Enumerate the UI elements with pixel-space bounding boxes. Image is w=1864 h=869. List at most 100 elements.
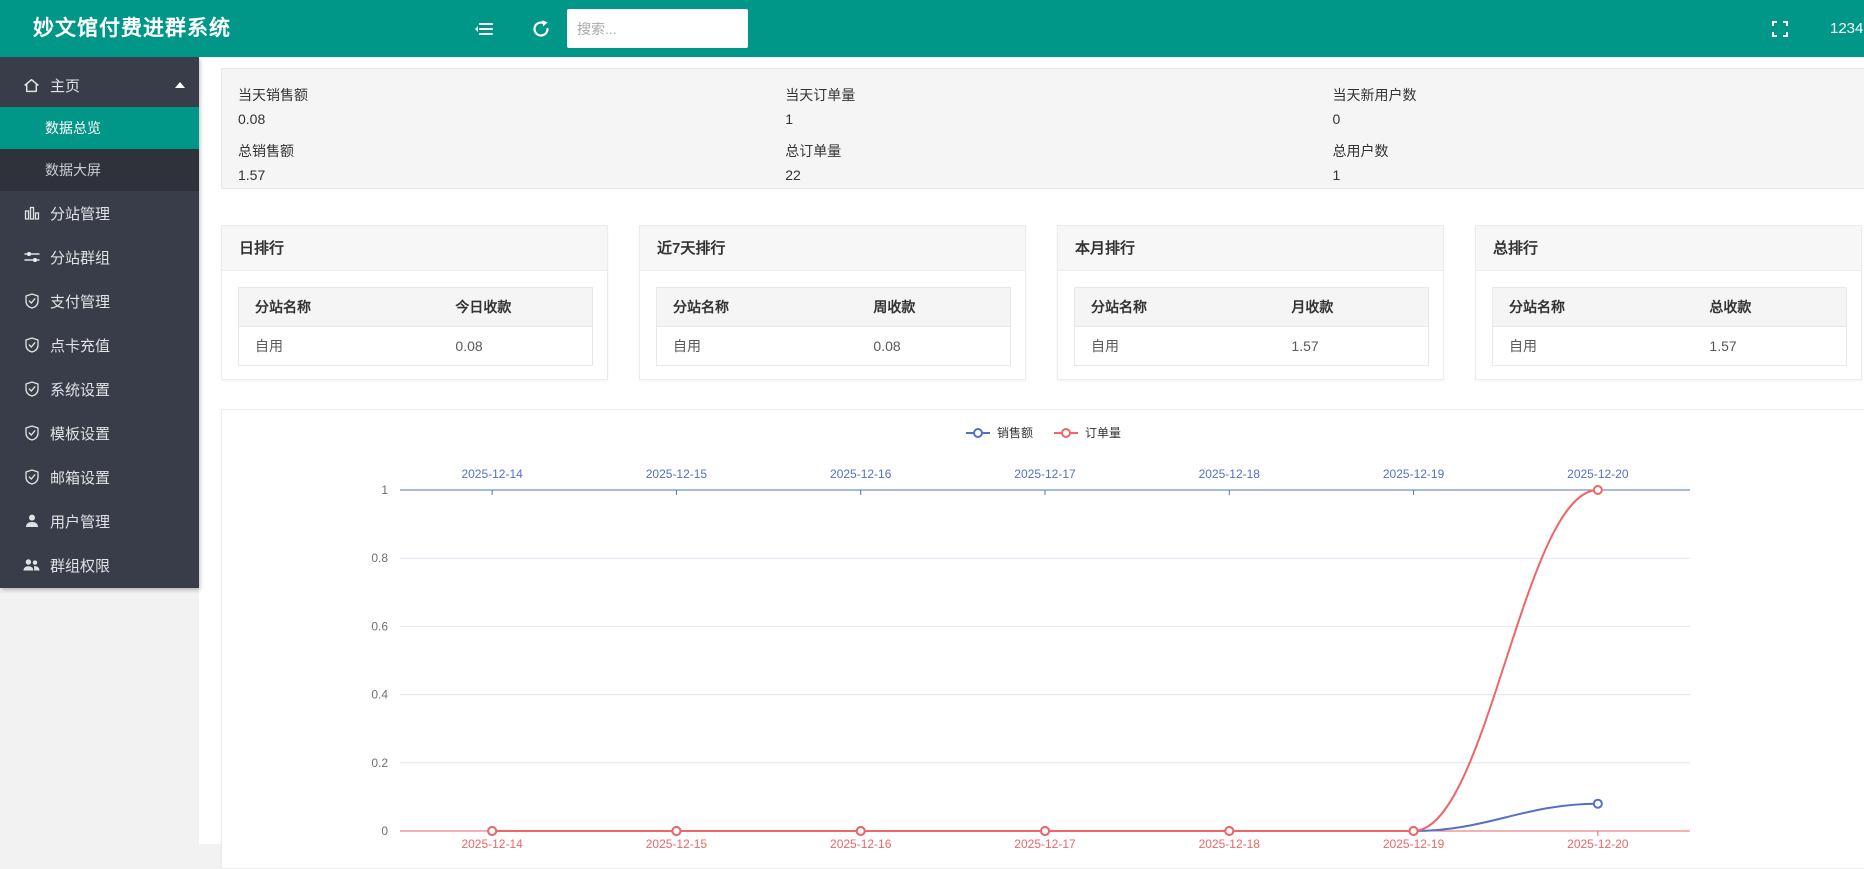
sidebar-item-label: 分站群组 bbox=[50, 247, 110, 268]
user-icon bbox=[23, 513, 40, 530]
cell-site-name: 自用 bbox=[239, 327, 440, 366]
sidebar-item-home[interactable]: 主页 bbox=[0, 63, 199, 107]
sidebar-subitem-data-screen[interactable]: 数据大屏 bbox=[0, 149, 199, 191]
legend-marker-icon bbox=[1053, 427, 1079, 439]
sidebar-item-label: 系统设置 bbox=[50, 379, 110, 400]
rank-card-title: 近7天排行 bbox=[640, 226, 1025, 271]
columns-icon bbox=[23, 205, 40, 222]
sidebar-item-label: 点卡充值 bbox=[50, 335, 110, 356]
shield-check-icon bbox=[23, 469, 40, 486]
svg-text:2025-12-15: 2025-12-15 bbox=[646, 837, 708, 851]
rank-table: 分站名称 总收款 自用 1.57 bbox=[1492, 287, 1847, 366]
column-header: 分站名称 bbox=[239, 288, 440, 327]
shield-check-icon bbox=[23, 381, 40, 398]
sidebar-subitem-data-overview[interactable]: 数据总览 bbox=[0, 107, 199, 149]
svg-text:0: 0 bbox=[381, 824, 388, 838]
fullscreen-icon bbox=[1771, 20, 1789, 38]
svg-text:2025-12-14: 2025-12-14 bbox=[461, 467, 523, 481]
home-icon bbox=[23, 77, 40, 94]
stat-value: 1 bbox=[785, 111, 1316, 127]
stat-label: 当天新用户数 bbox=[1333, 85, 1864, 105]
sidebar: 主页 数据总览 数据大屏 分站管理 分站群组 支付管理 点卡充值 bbox=[0, 57, 199, 588]
sidebar-item-label: 用户管理 bbox=[50, 511, 110, 532]
stat-value: 0 bbox=[1333, 111, 1864, 127]
column-header: 分站名称 bbox=[1493, 288, 1694, 327]
svg-text:2025-12-16: 2025-12-16 bbox=[830, 837, 892, 851]
svg-text:2025-12-15: 2025-12-15 bbox=[646, 467, 708, 481]
rank-card-daily: 日排行 分站名称 今日收款 自用 0.08 bbox=[221, 225, 608, 380]
sliders-icon bbox=[23, 249, 40, 266]
sidebar-item-label: 邮箱设置 bbox=[50, 467, 110, 488]
sidebar-item-payment-mgmt[interactable]: 支付管理 bbox=[0, 279, 199, 323]
svg-text:1: 1 bbox=[381, 483, 388, 497]
sidebar-item-template-settings[interactable]: 模板设置 bbox=[0, 411, 199, 455]
svg-text:0.8: 0.8 bbox=[371, 551, 388, 565]
app-title: 妙文馆付费进群系统 bbox=[33, 0, 231, 57]
sidebar-item-email-settings[interactable]: 邮箱设置 bbox=[0, 455, 199, 499]
users-icon bbox=[23, 557, 40, 574]
rank-table: 分站名称 今日收款 自用 0.08 bbox=[238, 287, 593, 366]
rank-cards-row: 日排行 分站名称 今日收款 自用 0.08 近7天排行 分站名称 周收款 bbox=[221, 225, 1864, 380]
search-input[interactable] bbox=[567, 9, 748, 48]
stats-panel: 当天销售额 0.08 总销售额 1.57 当天订单量 1 总订单量 22 当天新… bbox=[221, 68, 1864, 189]
sidebar-item-label: 分站管理 bbox=[50, 203, 110, 224]
cell-amount: 0.08 bbox=[439, 327, 592, 366]
cell-site-name: 自用 bbox=[1493, 327, 1694, 366]
sidebar-item-system-settings[interactable]: 系统设置 bbox=[0, 367, 199, 411]
sidebar-item-substation-mgmt[interactable]: 分站管理 bbox=[0, 191, 199, 235]
shield-check-icon bbox=[23, 337, 40, 354]
stat-value: 0.08 bbox=[238, 111, 769, 127]
svg-text:0.6: 0.6 bbox=[371, 619, 388, 633]
svg-text:0.2: 0.2 bbox=[371, 756, 388, 770]
app-header: 妙文馆付费进群系统 12345 bbox=[0, 0, 1864, 57]
sidebar-item-substation-groups[interactable]: 分站群组 bbox=[0, 235, 199, 279]
main-content: 当天销售额 0.08 总销售额 1.57 当天订单量 1 总订单量 22 当天新… bbox=[199, 57, 1864, 844]
legend-item[interactable]: 订单量 bbox=[1053, 424, 1121, 441]
fullscreen-button[interactable] bbox=[1762, 0, 1798, 57]
rank-card-title: 总排行 bbox=[1476, 226, 1861, 271]
rank-table: 分站名称 月收款 自用 1.57 bbox=[1074, 287, 1429, 366]
legend-marker-icon bbox=[965, 427, 991, 439]
caret-up-icon bbox=[174, 81, 186, 89]
cell-amount: 0.08 bbox=[857, 327, 1010, 366]
legend-label: 销售额 bbox=[997, 424, 1033, 441]
stat-value: 22 bbox=[785, 167, 1316, 183]
collapse-menu-icon bbox=[474, 19, 494, 39]
header-username[interactable]: 12345 bbox=[1830, 0, 1864, 57]
shield-check-icon bbox=[23, 425, 40, 442]
sidebar-item-user-mgmt[interactable]: 用户管理 bbox=[0, 499, 199, 543]
svg-text:2025-12-17: 2025-12-17 bbox=[1014, 837, 1076, 851]
cell-site-name: 自用 bbox=[1075, 327, 1276, 366]
svg-text:2025-12-19: 2025-12-19 bbox=[1383, 467, 1445, 481]
chart-canvas: 00.20.40.60.812025-12-142025-12-142025-1… bbox=[222, 410, 1864, 860]
search-box bbox=[567, 9, 748, 48]
svg-text:2025-12-20: 2025-12-20 bbox=[1567, 837, 1629, 851]
rank-card-7days: 近7天排行 分站名称 周收款 自用 0.08 bbox=[639, 225, 1026, 380]
stats-col-sales: 当天销售额 0.08 总销售额 1.57 bbox=[222, 85, 769, 172]
column-header: 周收款 bbox=[857, 288, 1010, 327]
legend-item[interactable]: 销售额 bbox=[965, 424, 1033, 441]
column-header: 分站名称 bbox=[1075, 288, 1276, 327]
table-row: 自用 1.57 bbox=[1075, 327, 1429, 366]
table-row: 自用 0.08 bbox=[239, 327, 593, 366]
sidebar-item-group-permissions[interactable]: 群组权限 bbox=[0, 543, 199, 587]
rank-card-total: 总排行 分站名称 总收款 自用 1.57 bbox=[1475, 225, 1862, 380]
column-header: 总收款 bbox=[1693, 288, 1846, 327]
svg-text:2025-12-20: 2025-12-20 bbox=[1567, 467, 1629, 481]
svg-text:2025-12-16: 2025-12-16 bbox=[830, 467, 892, 481]
column-header: 分站名称 bbox=[657, 288, 858, 327]
cell-amount: 1.57 bbox=[1693, 327, 1846, 366]
shield-check-icon bbox=[23, 293, 40, 310]
refresh-button[interactable] bbox=[523, 0, 559, 57]
svg-text:2025-12-19: 2025-12-19 bbox=[1383, 837, 1445, 851]
chart-legend: 销售额 订单量 bbox=[222, 424, 1864, 441]
sidebar-item-card-recharge[interactable]: 点卡充值 bbox=[0, 323, 199, 367]
stat-label: 总用户数 bbox=[1333, 141, 1864, 161]
stat-label: 总销售额 bbox=[238, 141, 769, 161]
collapse-menu-button[interactable] bbox=[466, 0, 502, 57]
sidebar-item-label: 模板设置 bbox=[50, 423, 110, 444]
chart-card: 销售额订单量 00.20.40.60.812025-12-142025-12-1… bbox=[221, 409, 1864, 869]
column-header: 月收款 bbox=[1275, 288, 1428, 327]
refresh-icon bbox=[531, 19, 551, 39]
rank-card-title: 本月排行 bbox=[1058, 226, 1443, 271]
